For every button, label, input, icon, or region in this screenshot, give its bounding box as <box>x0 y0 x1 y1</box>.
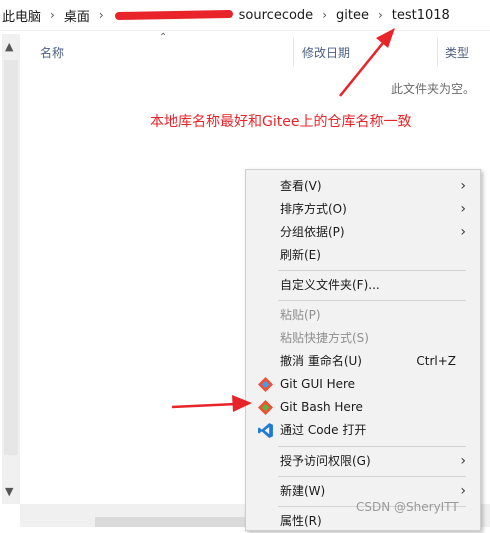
annotation-arrow-to-folder <box>339 28 395 97</box>
annotation-arrows <box>171 28 395 412</box>
annotation-arrow-to-git-bash <box>171 395 252 412</box>
